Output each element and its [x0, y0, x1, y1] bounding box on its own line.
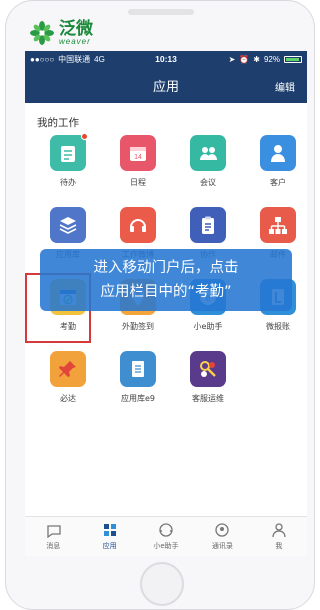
layers-icon — [50, 207, 86, 243]
tutorial-overlay: 进入移动门户后，点击 应用栏目中的“考勤” — [40, 249, 292, 311]
app-item-tools[interactable]: 客服运维 — [173, 351, 243, 423]
apps-icon — [103, 524, 116, 536]
message-icon — [47, 525, 61, 538]
app-label: 微报账 — [266, 322, 290, 331]
app-label: 会议 — [200, 178, 216, 187]
tab-label: 消息 — [46, 542, 61, 550]
notification-badge — [81, 133, 88, 140]
tab-message[interactable]: 消息 — [25, 517, 81, 556]
app-screen: ●●○○○ 中国联通 4G 10:13 ➤ ⏰ ✱ 92% 应用 编辑 我的工作… — [25, 51, 307, 556]
edit-button[interactable]: 编辑 — [275, 79, 295, 94]
meeting-icon — [190, 135, 226, 171]
tab-label: 小e助手 — [153, 542, 179, 550]
tab-profile[interactable]: 我 — [251, 517, 307, 556]
nav-bar: 应用 编辑 — [25, 67, 307, 103]
svg-text:14: 14 — [134, 154, 142, 161]
document-icon — [120, 351, 156, 387]
status-time: 10:13 — [155, 54, 177, 64]
tools-icon — [190, 351, 226, 387]
profile-icon — [272, 523, 286, 538]
app-item-calendar[interactable]: 14 日程 — [103, 135, 173, 207]
overlay-line-1: 进入移动门户后，点击 — [93, 260, 239, 276]
logo-chinese-text: 泛微 — [59, 18, 93, 39]
org-chart-icon — [260, 207, 296, 243]
app-label: 待办 — [60, 178, 76, 187]
app-label: 小e助手 — [193, 322, 223, 331]
app-item-meeting[interactable]: 会议 — [173, 135, 243, 207]
overlay-line-2: 应用栏目中的“考勤” — [100, 284, 232, 300]
contacts-icon — [215, 523, 230, 537]
app-item-pin[interactable]: 必达 — [33, 351, 103, 423]
phone-speaker — [128, 9, 194, 15]
app-item-document[interactable]: 应用库e9 — [103, 351, 173, 423]
customer-icon — [260, 135, 296, 171]
app-label: 必达 — [60, 394, 76, 403]
home-button[interactable] — [140, 562, 184, 606]
weaver-logo: 泛微 weaver — [29, 18, 93, 48]
tab-assistant[interactable]: 小e助手 — [138, 517, 194, 556]
clipboard-icon — [190, 207, 226, 243]
tab-label: 我 — [275, 542, 283, 550]
logo-english-text: weaver — [59, 36, 91, 46]
tab-bar: 消息 应用 小e助手 通讯录 我 — [25, 516, 307, 556]
section-title: 我的工作 — [37, 117, 79, 129]
pin-icon — [50, 351, 86, 387]
app-label: 外勤签到 — [122, 322, 154, 331]
headset-icon — [120, 207, 156, 243]
app-label: 客户 — [270, 178, 286, 187]
assistant-icon — [159, 523, 173, 537]
battery-icon — [284, 55, 302, 63]
calendar-icon: 14 — [120, 135, 156, 171]
app-item-customer[interactable]: 客户 — [243, 135, 307, 207]
tab-label: 通讯录 — [211, 542, 233, 550]
weaver-logo-icon — [29, 20, 55, 46]
phone-frame: 泛微 weaver ●●○○○ 中国联通 4G 10:13 ➤ ⏰ ✱ 92% … — [5, 0, 315, 610]
todo-icon — [50, 133, 88, 171]
app-label: 日程 — [130, 178, 146, 187]
status-bar: ●●○○○ 中国联通 4G 10:13 ➤ ⏰ ✱ 92% — [25, 51, 307, 67]
app-label: 应用库e9 — [120, 394, 155, 403]
tab-label: 应用 — [102, 542, 117, 550]
app-label: 客服运维 — [192, 394, 224, 403]
tab-contacts[interactable]: 通讯录 — [194, 517, 250, 556]
page-title: 应用 — [152, 79, 179, 95]
tab-apps[interactable]: 应用 — [81, 517, 137, 556]
app-item-todo[interactable]: 待办 — [33, 133, 103, 207]
